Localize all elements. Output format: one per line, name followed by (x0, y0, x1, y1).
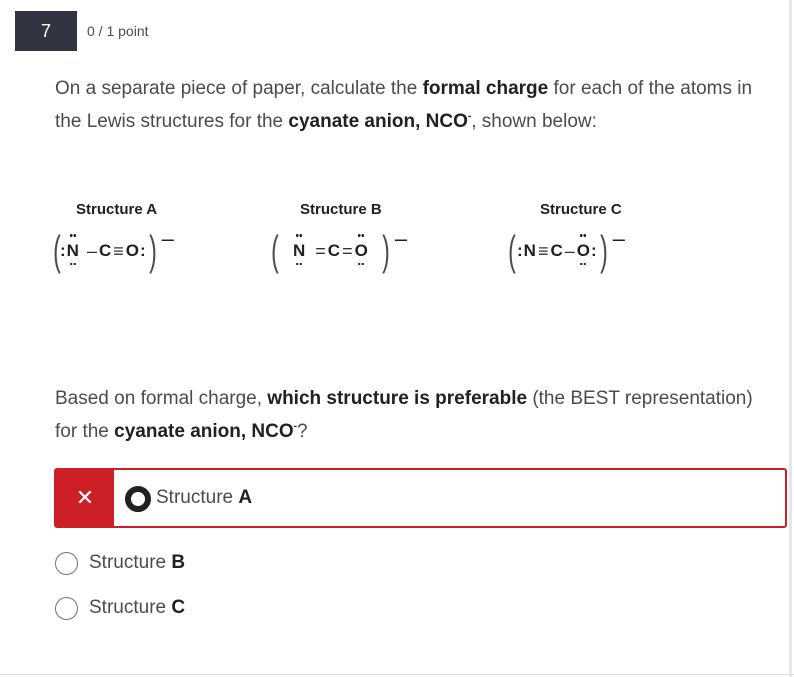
atom-c: C (98, 241, 112, 260)
prompt-text: On a separate piece of paper, calculate … (55, 78, 423, 99)
bond: ≡ (537, 240, 549, 261)
prompt-bold-cyanate: cyanate anion, NCO- (288, 111, 472, 132)
question-bold-preferable: which structure is preferable (267, 388, 528, 409)
bond: – (564, 240, 575, 261)
atom-n: N (66, 241, 79, 260)
option-c-label[interactable]: Structure C (89, 597, 185, 619)
incorrect-x-icon: ✕ (56, 470, 114, 526)
question-text: Based on formal charge, which structure … (55, 385, 775, 446)
bond: ≡ (113, 240, 124, 261)
option-a-label[interactable]: Structure A (156, 487, 252, 509)
bond: = (342, 240, 353, 261)
question-text-part: ? (297, 421, 308, 442)
option-a-incorrect[interactable]: ✕ Structure A (54, 468, 787, 528)
charge-sign: – (394, 226, 408, 251)
question-text-part: Based on formal charge, (55, 388, 268, 409)
prompt-text: , shown below: (471, 111, 597, 132)
question-number: 7 (15, 11, 77, 51)
question-bold-cyanate: cyanate anion, NCO- (114, 421, 297, 442)
bond: = (315, 240, 326, 261)
bond: – (86, 240, 97, 261)
atom-o: O (354, 241, 368, 260)
atom-c: C (327, 241, 341, 260)
atom-o: O (125, 241, 139, 260)
charge-sign: – (161, 226, 174, 251)
structure-c-lewis: ( : N ≡ C – O : ) – (508, 226, 625, 274)
option-b-label[interactable]: Structure B (89, 552, 185, 574)
atom-o: O (576, 241, 590, 260)
prompt-bold-formal-charge: formal charge (422, 78, 549, 99)
charge-sign: – (612, 226, 625, 251)
option-c-radio[interactable] (55, 597, 78, 620)
atom-n: N (293, 241, 306, 260)
option-a-radio-selected[interactable] (125, 486, 151, 512)
structure-a-title: Structure A (76, 201, 158, 218)
question-prompt: On a separate piece of paper, calculate … (55, 75, 775, 136)
right-border (789, 0, 792, 677)
atom-c: C (550, 241, 563, 260)
option-b-radio[interactable] (55, 552, 78, 575)
structure-a-lewis: ( : N – C ≡ O : ) – (53, 226, 174, 274)
bottom-border (0, 674, 794, 675)
structure-b-title: Structure B (300, 201, 382, 218)
structure-c-title: Structure C (540, 201, 622, 218)
atom-n: N (523, 241, 536, 260)
question-points: 0 / 1 point (87, 23, 149, 39)
structure-b-lewis: ( N = C = O ) – (271, 226, 408, 274)
